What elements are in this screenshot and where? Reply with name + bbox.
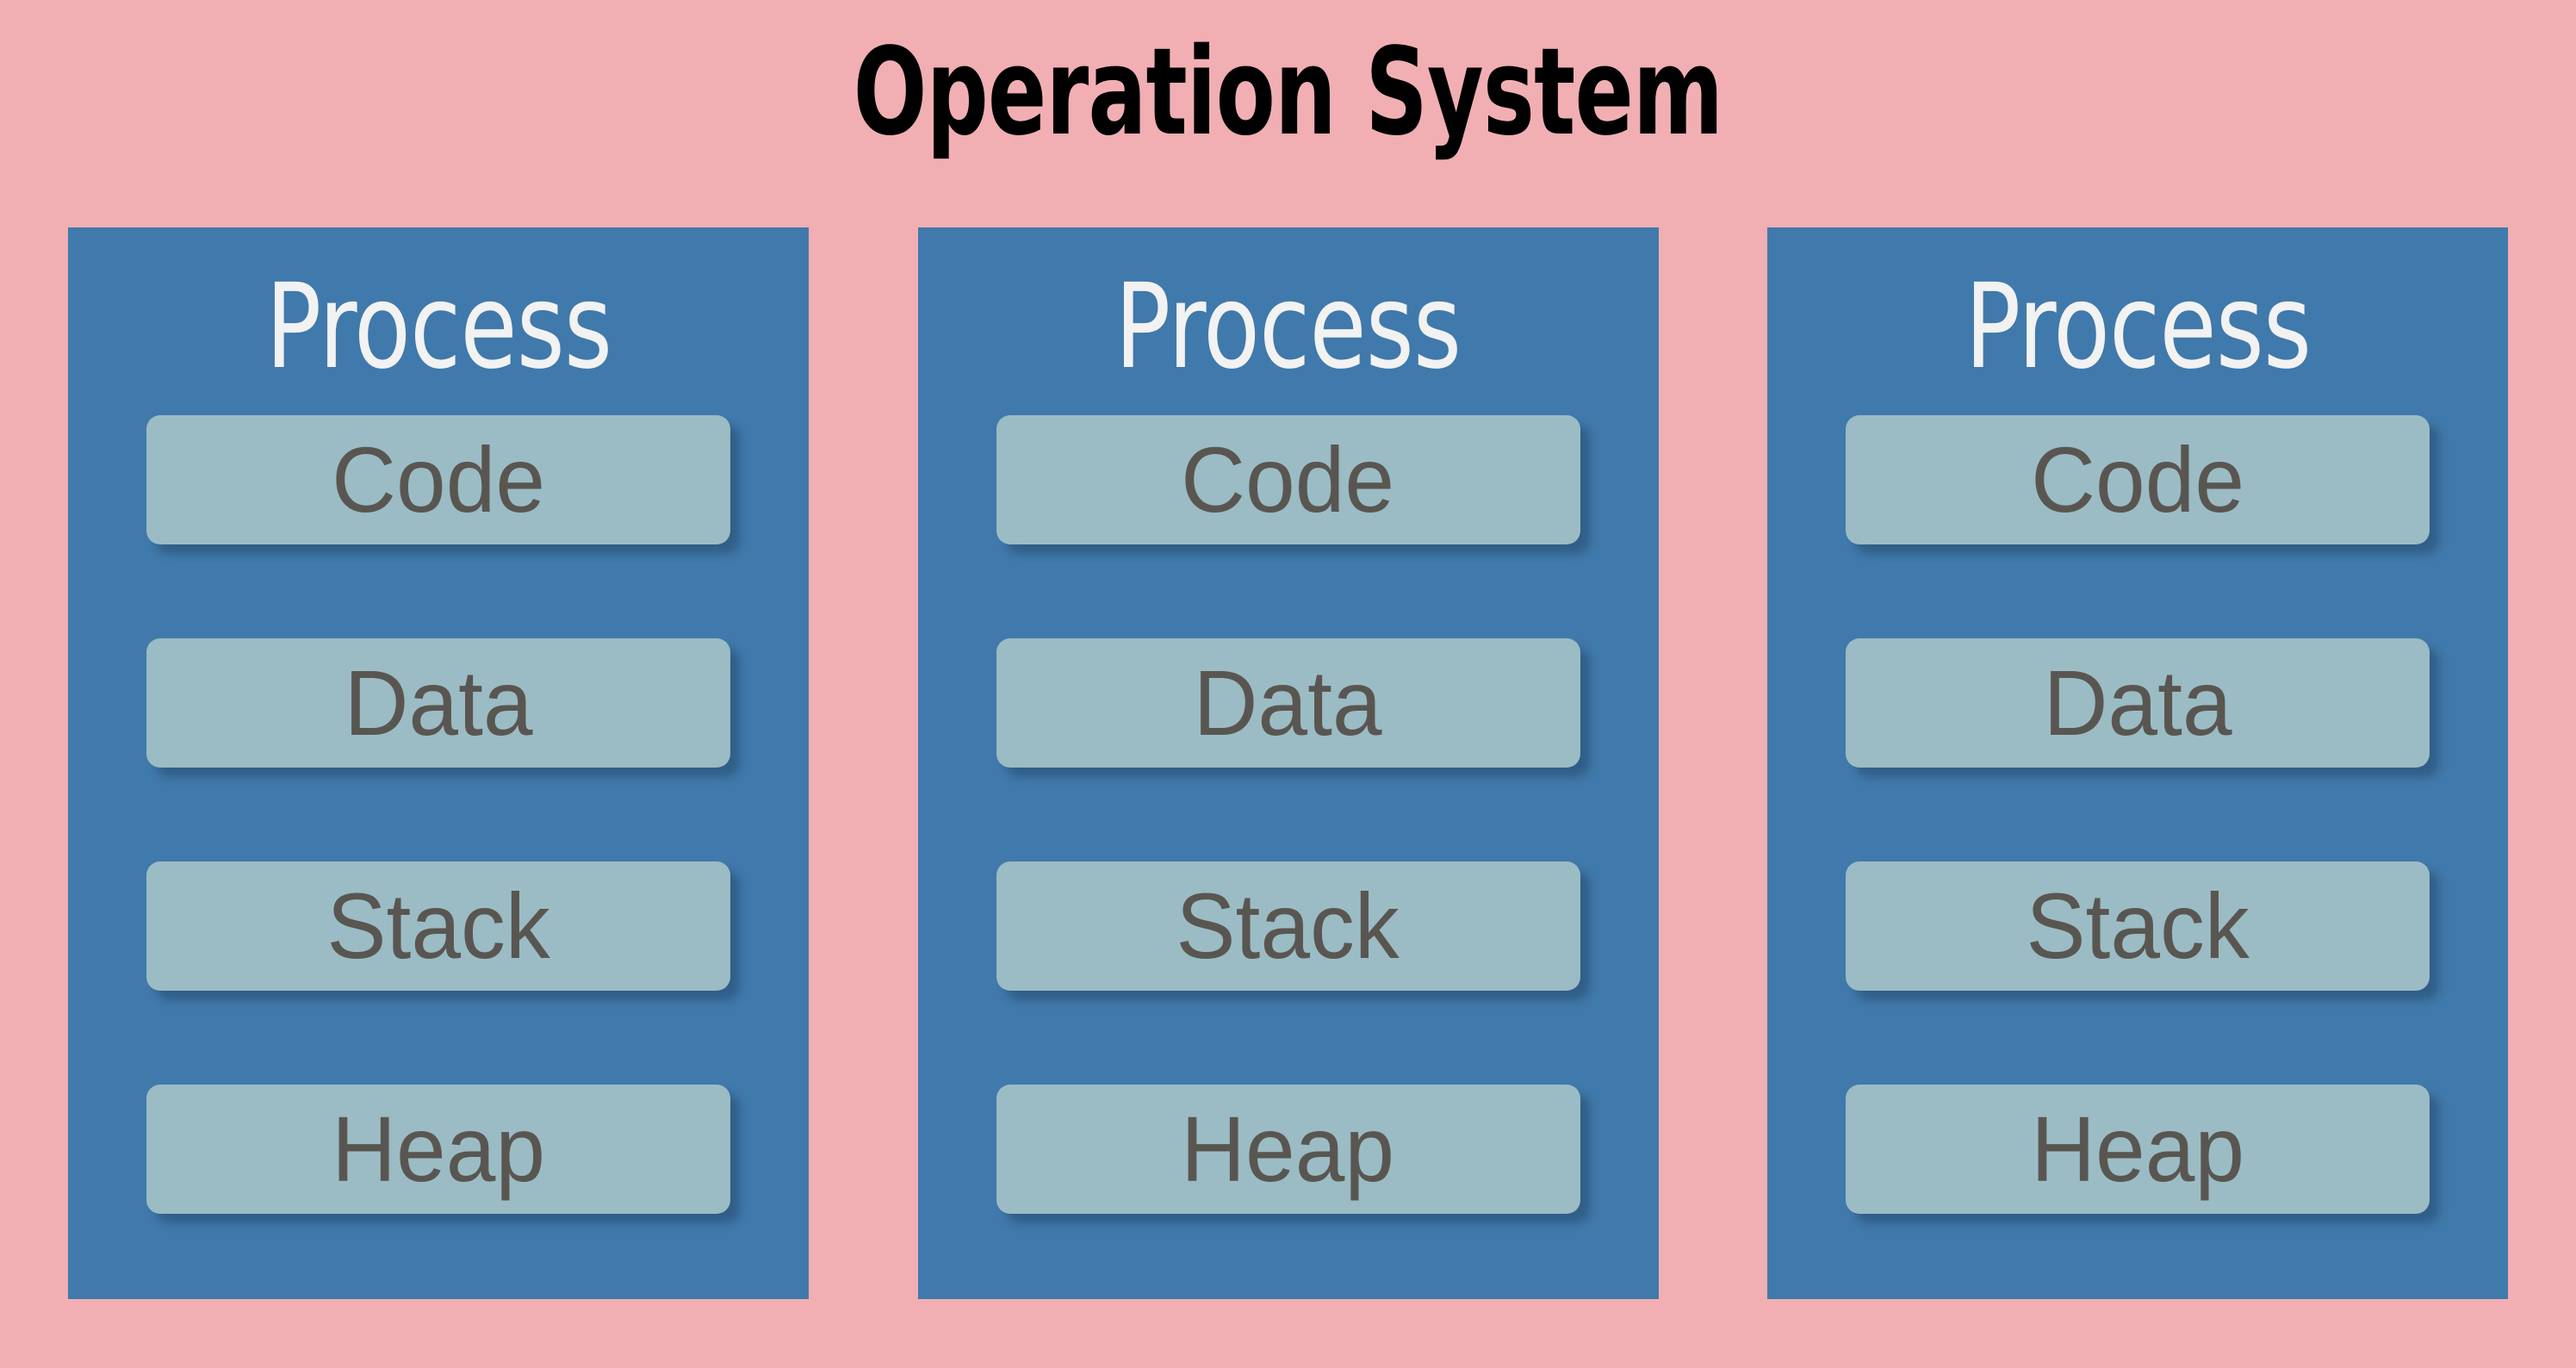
segment-list-3: Code Data Stack Heap [1846,415,2430,1214]
diagram-canvas: Operation System Process Code Data Stack… [0,0,2576,1368]
process-box-2: Process Code Data Stack Heap [917,227,1659,1299]
segment-label-data-3: Data [2043,650,2232,755]
segment-box-heap-3: Heap [1846,1085,2430,1214]
segment-label-heap-3: Heap [2031,1097,2244,1201]
process-row: Process Code Data Stack Heap Process Cod… [68,227,2508,1299]
segment-label-data-2: Data [1193,650,1382,755]
segment-box-code-1: Code [146,415,730,544]
segment-label-code-1: Code [332,427,545,532]
segment-box-code-2: Code [996,415,1580,544]
segment-label-heap-1: Heap [332,1097,545,1201]
segment-label-stack-1: Stack [326,874,550,978]
segment-box-heap-2: Heap [996,1085,1580,1214]
segment-list-2: Code Data Stack Heap [996,415,1580,1214]
process-title-1: Process [265,259,612,395]
segment-label-code-3: Code [2031,427,2244,532]
segment-label-stack-2: Stack [1176,874,1400,978]
segment-box-stack-2: Stack [996,861,1580,991]
process-box-3: Process Code Data Stack Heap [1767,227,2508,1299]
segment-box-data-1: Data [146,638,730,768]
segment-list-1: Code Data Stack Heap [146,415,730,1214]
segment-box-stack-3: Stack [1846,861,2430,991]
segment-label-heap-2: Heap [1181,1097,1395,1201]
segment-box-code-3: Code [1846,415,2430,544]
segment-box-stack-1: Stack [146,861,730,991]
segment-label-stack-3: Stack [2026,874,2250,978]
process-title-3: Process [1965,259,2312,395]
segment-box-heap-1: Heap [146,1085,730,1214]
segment-label-data-1: Data [344,650,533,755]
segment-box-data-3: Data [1846,638,2430,768]
page-title: Operation System [853,22,1723,163]
process-box-1: Process Code Data Stack Heap [68,227,809,1299]
segment-label-code-2: Code [1181,427,1395,532]
process-title-2: Process [1114,259,1462,395]
segment-box-data-2: Data [996,638,1580,768]
